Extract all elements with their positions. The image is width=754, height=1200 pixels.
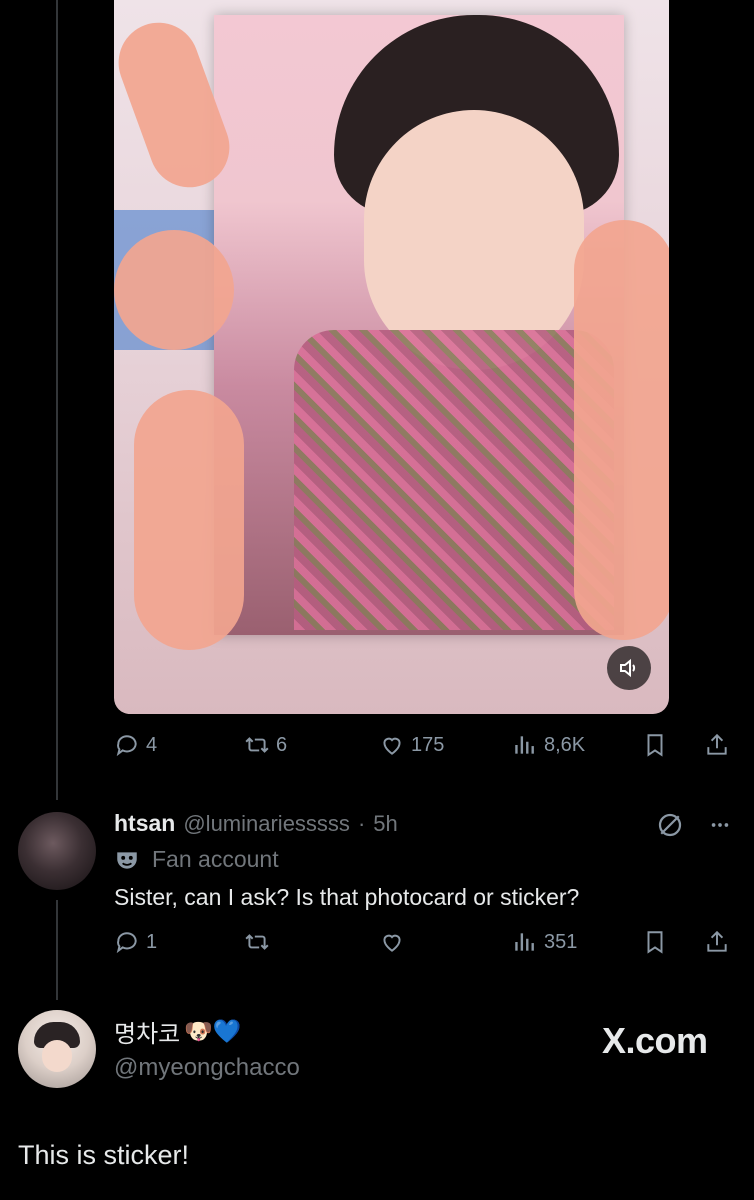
views-icon [515,736,534,754]
hand-left-lower [134,390,244,650]
share-icon [707,733,727,755]
author-avatar[interactable] [18,1010,96,1088]
author-handle[interactable]: @myeongchacco [114,1054,300,1082]
bookmark-icon [647,734,663,757]
retweet-icon [245,934,269,950]
mask-icon [117,851,137,869]
tweet-video[interactable] [114,0,669,714]
hand-right [574,220,669,640]
reply-reply-button[interactable]: 1 [114,929,157,955]
thread-line-top [56,0,58,800]
views-button[interactable]: 8,6K [512,732,585,758]
share-icon [707,930,727,952]
view-count: 8,6K [544,733,586,756]
views-icon [515,933,534,951]
bookmark-icon [647,931,663,954]
reply-separator: · [357,811,366,836]
reply-text: Sister, can I ask? Is that photocard or … [114,884,580,910]
tweet-actions: 4 6 175 8,6K [114,732,734,762]
reply-like-button[interactable] [379,929,405,955]
share-button[interactable] [704,732,730,758]
main-tweet-text: This is sticker! [18,1140,190,1170]
author-name-row: 명차코 🐶💙 [114,1014,242,1049]
reply-reply-count: 1 [146,930,158,953]
reply-header: htsan @luminariesssss · 5h [114,810,398,837]
retweet-count: 6 [276,733,288,756]
avatar-face [42,1040,72,1072]
reply-count: 4 [146,733,158,756]
volume-button[interactable] [607,646,651,690]
hand-left-palm [114,230,234,350]
reply-author-name[interactable]: htsan [114,810,175,837]
bookmark-button[interactable] [642,732,668,758]
reply-views-button[interactable]: 351 [512,929,577,955]
grok-icon[interactable] [655,810,685,840]
like-count: 175 [411,733,445,756]
fan-account-label: Fan account [114,846,279,873]
retweet-button[interactable]: 6 [244,732,287,758]
author-emoji: 🐶💙 [184,1018,242,1044]
photo-sweater [294,330,614,630]
like-button[interactable]: 175 [379,732,444,758]
reply-avatar[interactable] [18,812,96,890]
volume-icon [620,658,636,678]
heart-icon [383,934,401,952]
retweet-icon [245,737,269,753]
heart-icon [383,737,401,755]
reply-view-count: 351 [544,930,578,953]
author-name[interactable]: 명차코 [114,1014,180,1049]
reply-actions: 1 351 [114,929,734,959]
x-watermark: X.com [602,1020,708,1061]
more-icon[interactable] [706,814,734,836]
reply-share-button[interactable] [704,929,730,955]
reply-retweet-button[interactable] [244,929,270,955]
reply-bookmark-button[interactable] [642,929,668,955]
reply-author-handle[interactable]: @luminariesssss [183,811,350,837]
reply-icon [116,932,137,954]
thread-line-bottom [56,900,58,1000]
reply-time[interactable]: 5h [373,811,397,837]
fan-account-text: Fan account [152,846,279,872]
reply-button[interactable]: 4 [114,732,157,758]
reply-icon [116,735,137,757]
